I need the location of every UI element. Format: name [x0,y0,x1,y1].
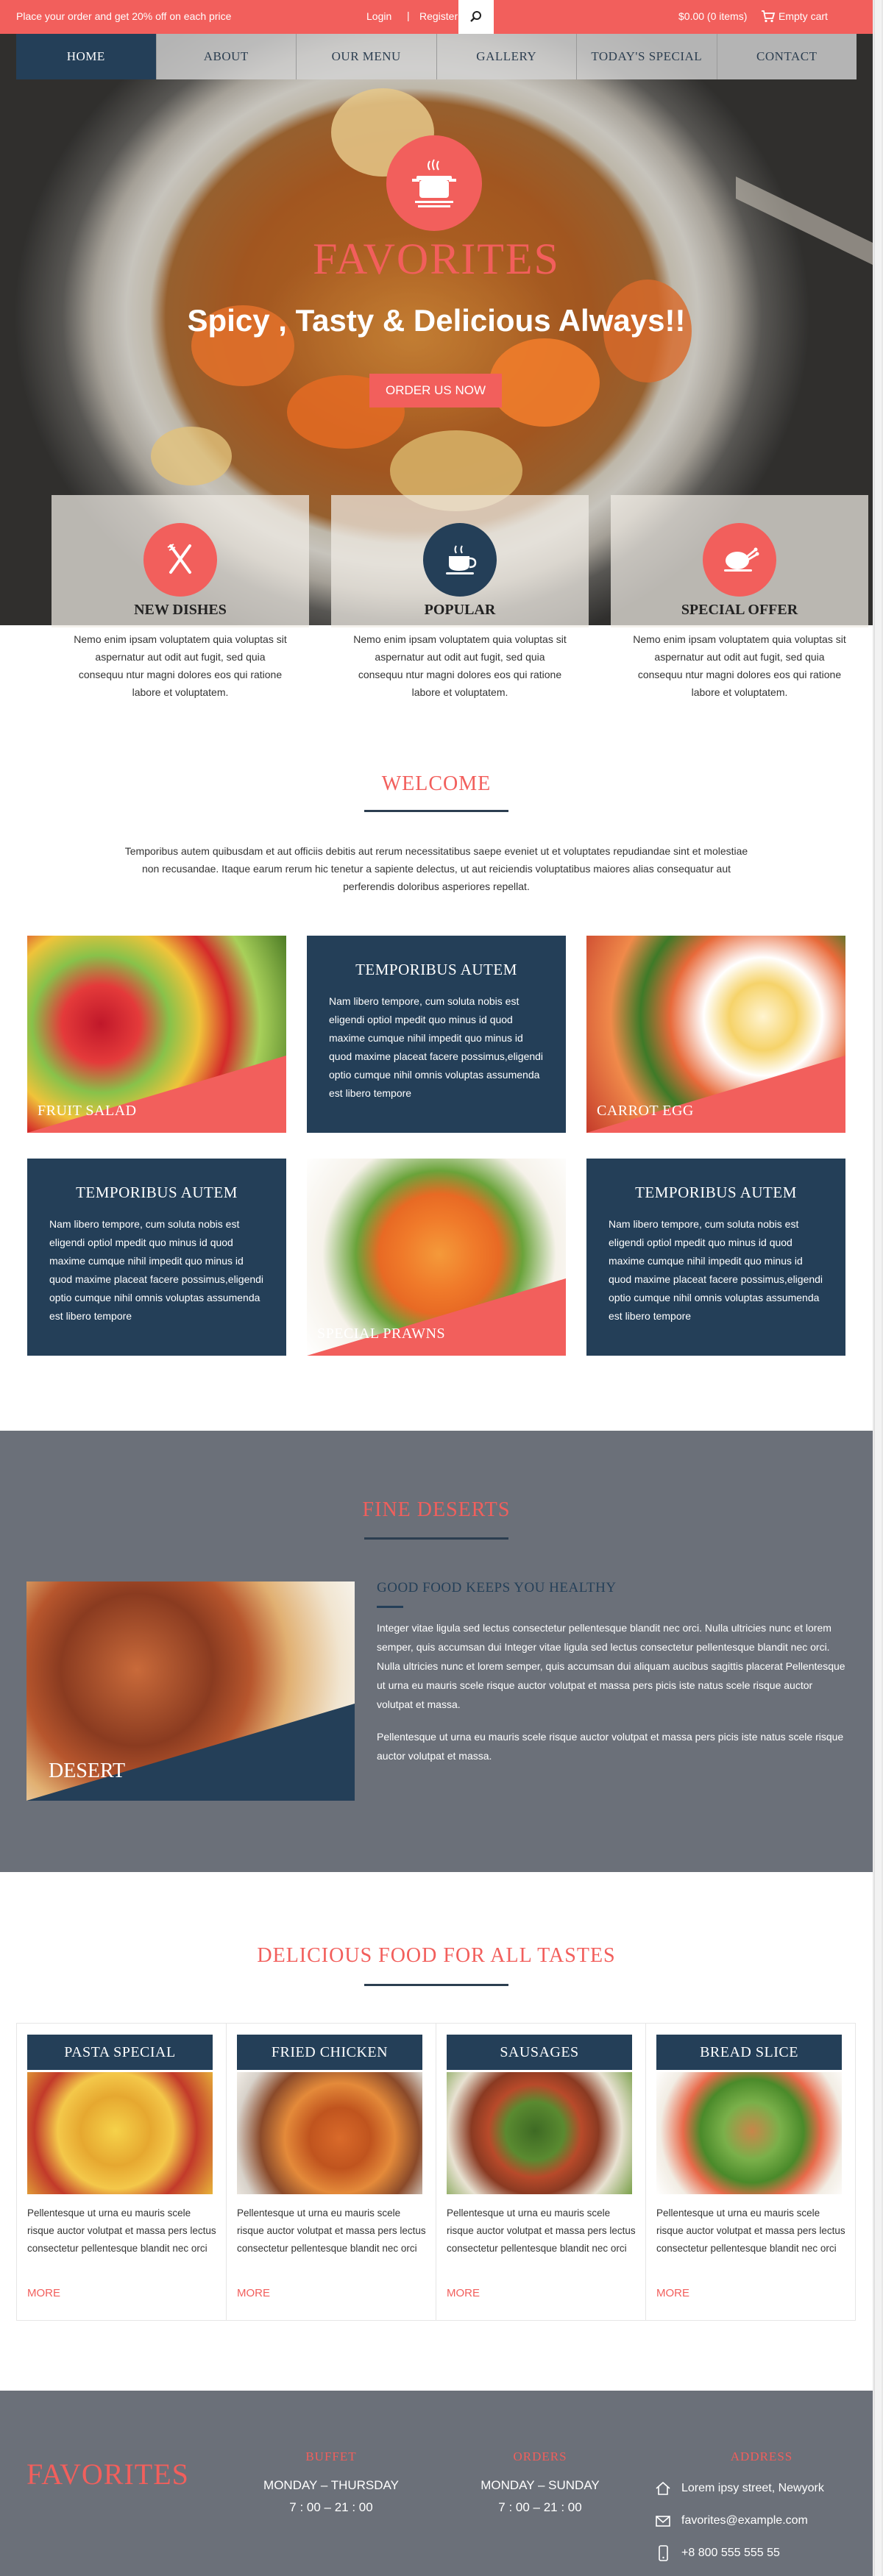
order-now-button[interactable]: ORDER US NOW [369,374,502,408]
tile-label: CARROT EGG [597,1103,694,1119]
tile-label: FRUIT SALAD [38,1103,137,1119]
feature-icon-circle [143,523,217,597]
food-card-pasta: PASTA SPECIAL Pellentesque ut urna eu ma… [16,2023,227,2321]
food-card-image[interactable] [27,2072,213,2194]
tile-title: TEMPORIBUS AUTEM [355,961,517,978]
hero-tagline: Spicy , Tasty & Delicious Always!! [187,303,686,338]
roast-chicken-icon [724,547,759,572]
welcome-text: Temporibus autem quibusdam et aut offici… [124,845,748,892]
feature-icon-circle [423,523,497,597]
cooking-pot-icon [412,159,456,207]
food-divider [364,1984,508,1986]
tile-temporibus: TEMPORIBUS AUTEM Nam libero tempore, cum… [586,1159,845,1356]
food-card-sausages: SAUSAGES Pellentesque ut urna eu mauris … [436,2023,646,2321]
footer-hours: 7 : 00 – 21 : 00 [498,2500,582,2514]
phone-text: +8 800 555 555 55 [681,2547,780,2559]
tile-label-triangle [307,1278,566,1356]
footer: FAVORITES BUFFET MONDAY – THURSDAY 7 : 0… [0,2391,873,2576]
tile-text: Nam libero tempore, cum soluta nobis est… [609,1218,823,1322]
footer-heading: ADDRESS [730,2449,793,2463]
desert-label: DESERT [49,1760,126,1782]
food-card-image[interactable] [656,2072,842,2194]
feature-special-offer: SPECIAL OFFER [611,495,868,627]
desert-image[interactable]: DESERT [26,1581,355,1801]
tile-title: TEMPORIBUS AUTEM [76,1184,238,1201]
footer-address-heading-wrap: ADDRESS [681,2449,843,2474]
tile-carrot-egg[interactable]: CARROT EGG [586,936,845,1133]
food-card-fried-chicken: FRIED CHICKEN Pellentesque ut urna eu ma… [226,2023,436,2321]
tile-label: SPECIAL PRAWNS [317,1326,446,1342]
food-card-title: SAUSAGES [447,2035,632,2070]
tile-label-triangle [586,1056,845,1133]
food-card-text: Pellentesque ut urna eu mauris scele ris… [447,2207,636,2254]
tile-title: TEMPORIBUS AUTEM [635,1184,797,1201]
scrollbar[interactable] [873,0,883,2576]
feature-popular: POPULAR [331,495,589,627]
footer-heading: ORDERS [513,2449,567,2463]
food-card-image[interactable] [447,2072,632,2194]
more-link[interactable]: MORE [27,2287,60,2299]
footer-days: MONDAY – THURSDAY [263,2478,399,2492]
tile-text: Nam libero tempore, cum soluta nobis est… [49,1218,264,1322]
more-link[interactable]: MORE [237,2287,270,2299]
scrollbar-thumb[interactable] [874,0,882,2576]
more-link[interactable]: MORE [447,2287,480,2299]
coffee-cup-icon [446,545,477,574]
footer-orders: ORDERS MONDAY – SUNDAY 7 : 00 – 21 : 00 [459,2449,621,2519]
deserts-paragraph: Integer vitae ligula sed lectus consecte… [377,1622,845,1710]
deserts-subtitle-underline [377,1606,403,1608]
footer-street: Lorem ipsy street, Newyork [655,2480,824,2497]
hero-title: FAVORITES [313,235,560,283]
phone-icon [659,2545,668,2561]
feature-icon-circle [703,523,776,597]
food-card-title: PASTA SPECIAL [27,2035,213,2070]
tile-label-triangle [27,1056,286,1133]
fork-knife-icon [167,544,191,574]
feature-text: Nemo enim ipsam voluptatem quia voluptas… [74,633,287,698]
welcome-divider [364,810,508,812]
feature-title: SPECIAL OFFER [681,602,798,618]
deserts-title: FINE DESERTS [362,1498,511,1521]
tile-fruit-salad[interactable]: FRUIT SALAD [27,936,286,1133]
deserts-subtitle: GOOD FOOD KEEPS YOU HEALTHY [377,1580,617,1595]
food-title: DELICIOUS FOOD FOR ALL TASTES [257,1944,616,1967]
feature-text: Nemo enim ipsam voluptatem quia voluptas… [353,633,567,698]
envelope-icon [656,2516,670,2527]
tile-temporibus: TEMPORIBUS AUTEM Nam libero tempore, cum… [307,936,566,1133]
footer-days: MONDAY – SUNDAY [480,2478,600,2492]
street-text: Lorem ipsy street, Newyork [681,2482,824,2494]
food-card-title: FRIED CHICKEN [237,2035,422,2070]
home-icon [656,2481,670,2495]
food-card-text: Pellentesque ut urna eu mauris scele ris… [237,2207,426,2254]
footer-buffet: BUFFET MONDAY – THURSDAY 7 : 00 – 21 : 0… [250,2449,412,2519]
tile-special-prawns[interactable]: SPECIAL PRAWNS [307,1159,566,1356]
footer-phone[interactable]: +8 800 555 555 55 [655,2545,780,2561]
tile-text: Nam libero tempore, cum soluta nobis est… [329,995,544,1099]
deserts-paragraph: Pellentesque ut urna eu mauris scele ris… [377,1731,844,1762]
footer-logo[interactable]: FAVORITES [26,2457,189,2491]
food-card-text: Pellentesque ut urna eu mauris scele ris… [27,2207,216,2254]
brand-logo [386,135,482,231]
feature-new-dishes: NEW DISHES [52,495,309,627]
tile-temporibus: TEMPORIBUS AUTEM Nam libero tempore, cum… [27,1159,286,1356]
food-card-text: Pellentesque ut urna eu mauris scele ris… [656,2207,845,2254]
footer-hours: 7 : 00 – 21 : 00 [289,2500,373,2514]
feature-title: POPULAR [424,602,496,618]
desert-label-triangle [26,1704,355,1801]
food-card-title: BREAD SLICE [656,2035,842,2070]
feature-text: Nemo enim ipsam voluptatem quia voluptas… [633,633,846,698]
footer-email[interactable]: favorites@example.com [655,2513,808,2529]
food-card-image[interactable] [237,2072,422,2194]
footer-heading: BUFFET [305,2449,357,2463]
welcome-title: WELCOME [381,772,492,795]
food-card-bread-slice: BREAD SLICE Pellentesque ut urna eu maur… [645,2023,856,2321]
email-text: favorites@example.com [681,2514,808,2527]
feature-title: NEW DISHES [134,602,227,618]
deserts-divider [364,1537,508,1540]
more-link[interactable]: MORE [656,2287,689,2299]
